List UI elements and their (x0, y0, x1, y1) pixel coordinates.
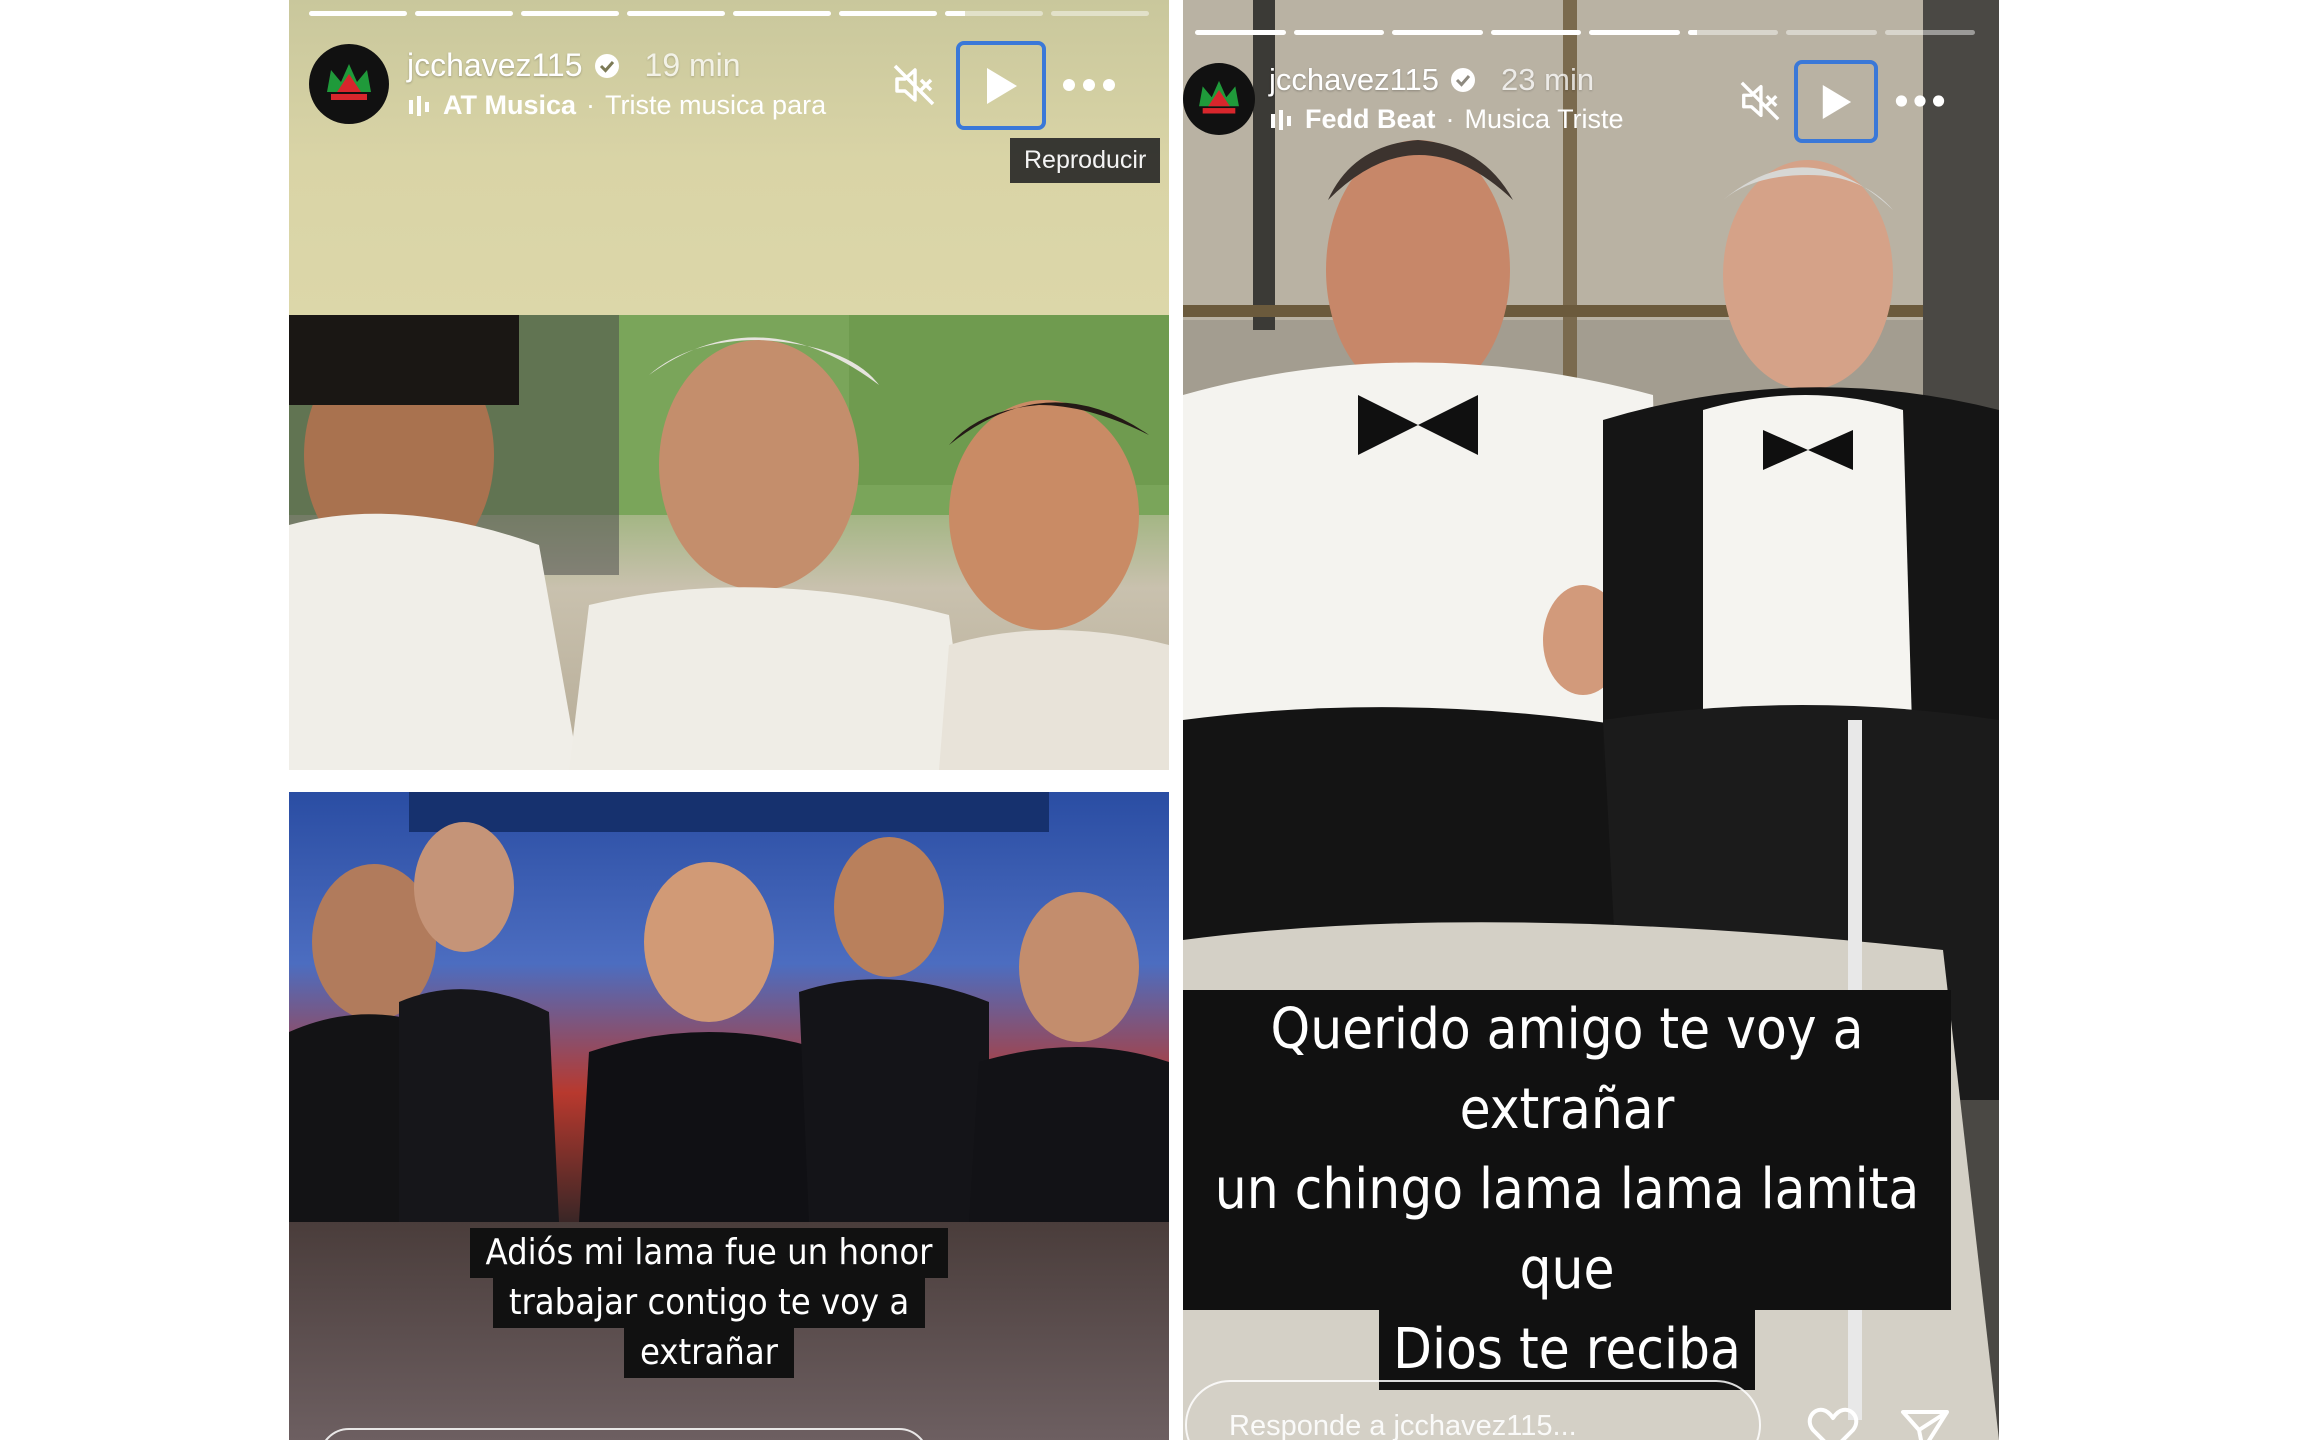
story-header: jcchavez115 23 min Fedd Beat · Musica Tr… (1183, 62, 1624, 135)
progress-segment (1392, 30, 1483, 35)
chavez-logo-icon (1199, 80, 1239, 113)
verified-badge-icon (1449, 66, 1477, 94)
caption-line: trabajar contigo te voy a (492, 1278, 926, 1328)
chavez-logo-icon (327, 64, 371, 100)
music-title[interactable]: Triste musica para (605, 90, 826, 121)
progress-segment (1786, 30, 1877, 35)
speaker-muted-icon (893, 64, 935, 106)
progress-segment (415, 11, 513, 16)
story-header: jcchavez115 19 min AT Musica · Triste mu… (309, 44, 867, 124)
story-progress-bar (309, 11, 1149, 16)
mute-button[interactable] (1735, 76, 1785, 126)
music-bars-icon (407, 94, 433, 118)
story-progress-bar (1195, 30, 1975, 35)
progress-segment (1490, 30, 1581, 35)
reply-input[interactable]: Responde a jcchavez115... (1185, 1380, 1761, 1440)
story-caption: Querido amigo te voy a extrañar un ching… (1183, 990, 1951, 1390)
progress-segment (1687, 30, 1778, 35)
post-time: 23 min (1501, 62, 1595, 97)
play-icon (1822, 84, 1852, 119)
progress-segment (1884, 30, 1975, 35)
speaker-muted-icon (1740, 81, 1780, 121)
reply-placeholder: Responde a jcchavez115... (1229, 1410, 1577, 1440)
music-separator: · (586, 90, 596, 120)
story-right[interactable]: jcchavez115 23 min Fedd Beat · Musica Tr… (1183, 0, 1999, 1440)
caption-line: Adiós mi lama fue un honor (469, 1228, 949, 1278)
play-button[interactable] (956, 41, 1046, 130)
play-button[interactable] (1794, 60, 1878, 143)
music-artist[interactable]: AT Musica (443, 90, 576, 121)
paper-plane-icon (1901, 1410, 1949, 1440)
heart-icon (1807, 1407, 1859, 1440)
progress-segment (945, 11, 1043, 16)
progress-segment (1293, 30, 1384, 35)
post-time: 19 min (644, 47, 741, 83)
like-button[interactable] (1803, 1400, 1863, 1440)
more-dots-icon (1063, 79, 1115, 91)
play-icon (987, 67, 1017, 104)
caption-line: Dios te reciba (1379, 1310, 1755, 1390)
mute-button[interactable] (889, 60, 939, 110)
progress-segment (309, 11, 407, 16)
more-options-button[interactable] (1059, 70, 1119, 100)
music-bars-icon (1269, 108, 1295, 132)
progress-segment (521, 11, 619, 16)
music-artist[interactable]: Fedd Beat (1305, 104, 1436, 135)
tooltip: Reproducir (1010, 138, 1161, 183)
progress-segment (627, 11, 725, 16)
progress-segment (733, 11, 831, 16)
progress-segment (1589, 30, 1680, 35)
caption-line: un chingo lama lama lamita que (1183, 1150, 1951, 1310)
reply-input[interactable] (319, 1428, 929, 1440)
verified-badge-icon (593, 52, 621, 80)
story-photo-stadium (289, 315, 1169, 770)
caption-line: extrañar (624, 1328, 794, 1378)
more-dots-icon (1895, 95, 1945, 107)
avatar[interactable] (1183, 62, 1255, 135)
story-caption: Adiós mi lama fue un honor trabajar cont… (289, 1228, 1129, 1378)
caption-line: Querido amigo te voy a extrañar (1183, 990, 1951, 1150)
progress-segment (839, 11, 937, 16)
username[interactable]: jcchavez115 (407, 47, 583, 84)
progress-segment (1195, 30, 1286, 35)
music-separator: · (1445, 104, 1455, 134)
more-options-button[interactable] (1890, 86, 1950, 116)
music-title[interactable]: Musica Triste (1465, 104, 1624, 135)
story-left[interactable]: jcchavez115 19 min AT Musica · Triste mu… (289, 0, 1169, 1440)
share-button[interactable] (1895, 1400, 1955, 1440)
story-photo-tuxedos (289, 792, 1169, 1222)
username[interactable]: jcchavez115 (1269, 62, 1439, 98)
avatar[interactable] (309, 44, 389, 124)
progress-segment (1051, 11, 1149, 16)
